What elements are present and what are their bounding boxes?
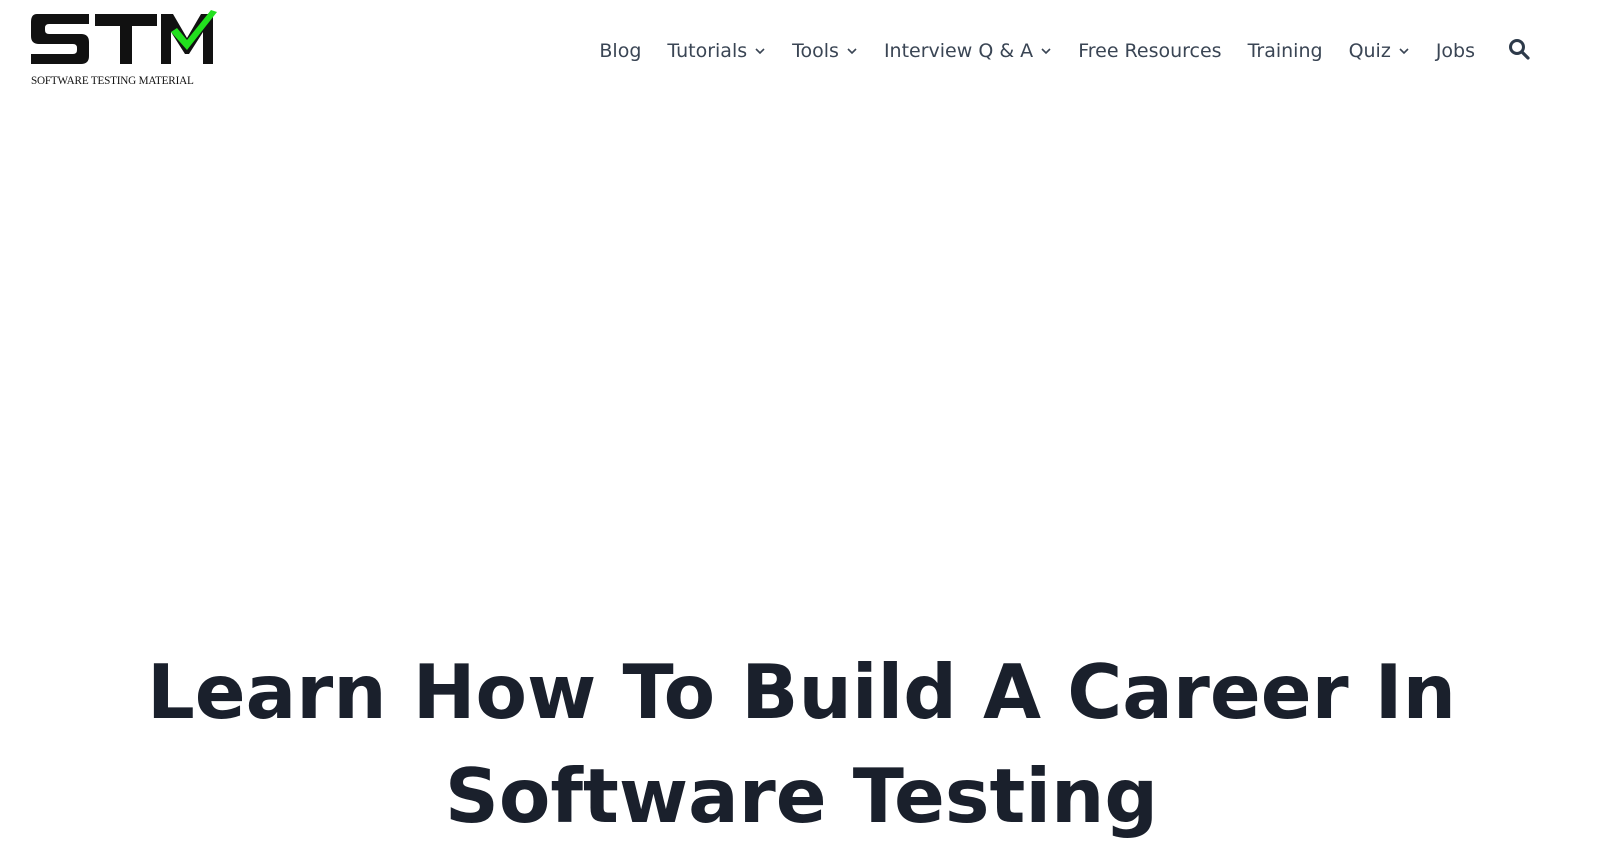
hero-title-line2: Software Testing (444, 752, 1159, 840)
hero-section: Learn How To Build A Career In Software … (0, 640, 1603, 848)
nav-item-label: Tutorials (667, 40, 748, 62)
nav-item-label: Jobs (1435, 40, 1475, 62)
nav-item-free-resources[interactable]: Free Resources (1078, 33, 1221, 69)
search-button[interactable] (1507, 37, 1531, 61)
site-header: SOFTWARE TESTING MATERIAL Blog Tutorials… (0, 0, 1603, 104)
logo-tagline: SOFTWARE TESTING MATERIAL (31, 75, 194, 87)
chevron-down-icon (1041, 48, 1051, 55)
nav-item-label: Interview Q & A (883, 40, 1034, 62)
nav-item-training[interactable]: Training (1248, 33, 1323, 69)
stm-logo-icon (31, 10, 217, 64)
nav-item-label: Tools (792, 40, 839, 62)
nav-item-label: Blog (599, 40, 642, 62)
hero-title-line1: Learn How To Build A Career In (147, 648, 1456, 736)
site-logo[interactable]: SOFTWARE TESTING MATERIAL (31, 10, 217, 92)
nav-item-jobs[interactable]: Jobs (1436, 33, 1475, 69)
nav-item-tutorials[interactable]: Tutorials (667, 33, 766, 69)
main-nav: Blog Tutorials Tools Interview Q & A Fre… (599, 33, 1475, 69)
nav-item-interview-qa[interactable]: Interview Q & A (884, 33, 1052, 69)
nav-item-label: Quiz (1348, 40, 1391, 62)
chevron-down-icon (1399, 48, 1409, 55)
hero-title: Learn How To Build A Career In Software … (0, 640, 1603, 848)
search-icon (1509, 39, 1530, 60)
nav-item-blog[interactable]: Blog (599, 33, 641, 69)
chevron-down-icon (755, 48, 765, 55)
chevron-down-icon (847, 48, 857, 55)
nav-item-tools[interactable]: Tools (792, 33, 858, 69)
nav-item-label: Training (1247, 40, 1323, 62)
nav-item-label: Free Resources (1078, 40, 1222, 62)
nav-item-quiz[interactable]: Quiz (1349, 33, 1410, 69)
